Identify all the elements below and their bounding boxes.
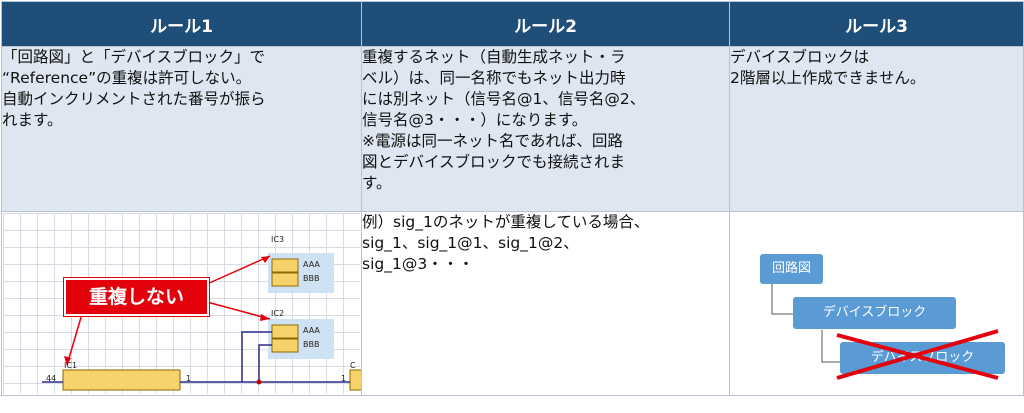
rule2-text: 重複するネット（自動生成ネット・ラ ベル）は、同一名称でもネット出力時 には別ネ… [361, 46, 730, 212]
ic1-label: IC1 [64, 361, 78, 370]
ic2-bbb-label: BBB [303, 340, 320, 349]
hierarchy-figure: 回路図 デバイスブロック デバイスブロック [729, 211, 1024, 396]
header-rule2: ルール2 [361, 1, 730, 47]
pin-44-label: 44 [46, 374, 57, 383]
ic2-aaa-label: AAA [303, 326, 320, 335]
header-rule3: ルール3 [729, 1, 1024, 47]
ic3-part-bbb [271, 272, 299, 287]
pin-1b-label: 1 [341, 374, 347, 383]
cut-part [349, 369, 361, 391]
ic3-part-aaa [271, 258, 299, 273]
rules-table: ルール1 ルール2 ルール3 「回路図」と「デバイスブロック」で “Refere… [1, 1, 1024, 396]
figures-row: 重複しない IC3 AAA BBB IC2 AAA BBB IC1 44 1 1… [1, 211, 1024, 396]
rule1-text: 「回路図」と「デバイスブロック」で “Reference”の重複は許可しない。 … [1, 46, 362, 212]
no-duplicate-callout: 重複しない [64, 278, 209, 316]
ic1-part [62, 369, 181, 391]
ic2-part-aaa [271, 324, 299, 339]
schematic-figure: 重複しない IC3 AAA BBB IC2 AAA BBB IC1 44 1 1… [1, 211, 362, 396]
ic3-label: IC3 [271, 235, 285, 244]
header-row: ルール1 ルール2 ルール3 [1, 1, 1024, 47]
header-rule1: ルール1 [1, 1, 362, 47]
wire-ic2-a [241, 331, 272, 382]
arrow-ic2 [206, 301, 271, 320]
ic3-aaa-label: AAA [303, 260, 320, 269]
ic3-bbb-label: BBB [303, 274, 320, 283]
arrow-ic1 [66, 313, 83, 366]
pin-1-label: 1 [186, 374, 192, 383]
prohibited-cross [836, 329, 999, 380]
arrow-ic3 [206, 255, 271, 285]
junction-dot [256, 379, 262, 385]
rule2-example: 例）sig_1のネットが重複している場合、 sig_1、sig_1@1、sig_… [361, 211, 730, 396]
rules-row: 「回路図」と「デバイスブロック」で “Reference”の重複は許可しない。 … [1, 46, 1024, 212]
ic2-label: IC2 [271, 309, 285, 318]
ic2-part-bbb [271, 338, 299, 353]
cut-label: C [350, 361, 356, 370]
rule3-text: デバイスブロックは 2階層以上作成できません。 [729, 46, 1024, 212]
